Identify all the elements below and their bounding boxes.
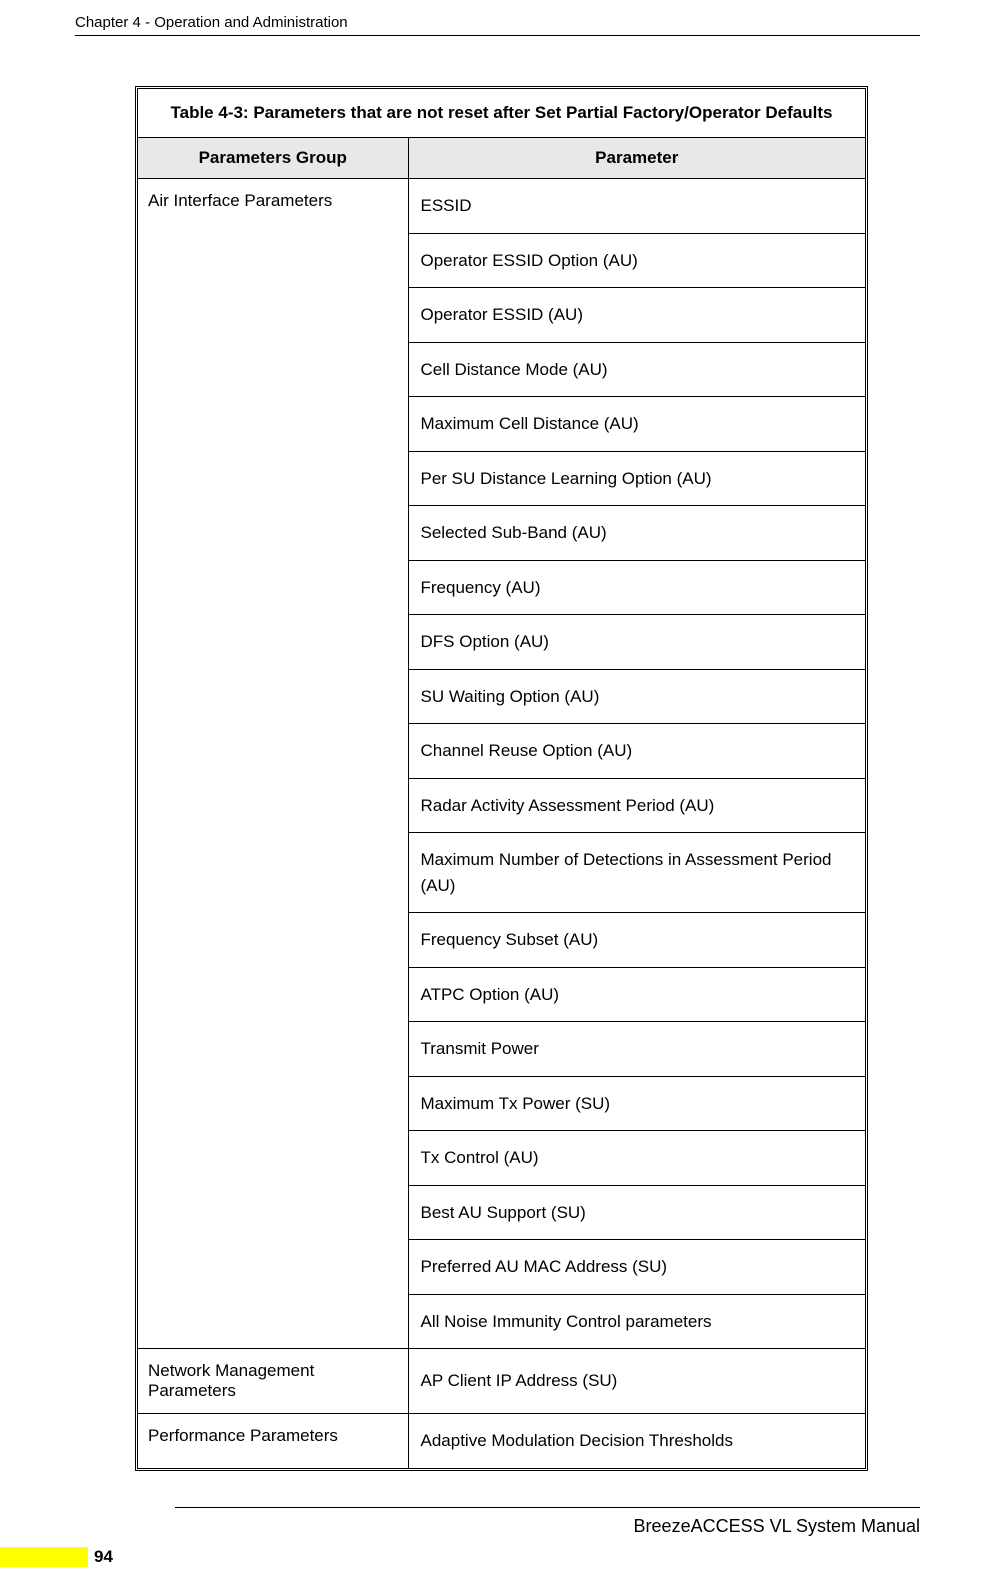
parameter-cell: Selected Sub-Band (AU): [408, 506, 865, 561]
parameter-cell: Best AU Support (SU): [408, 1185, 865, 1240]
table-row: Network Management ParametersAP Client I…: [138, 1349, 865, 1414]
parameter-cell: Per SU Distance Learning Option (AU): [408, 451, 865, 506]
table-header-row: Parameters Group Parameter: [138, 138, 865, 179]
yellow-tab: [0, 1547, 88, 1567]
manual-title: BreezeACCESS VL System Manual: [75, 1516, 920, 1537]
parameter-cell: Preferred AU MAC Address (SU): [408, 1240, 865, 1295]
page-footer: BreezeACCESS VL System Manual 94: [0, 1499, 995, 1567]
parameter-cell: Cell Distance Mode (AU): [408, 342, 865, 397]
parameter-cell: Maximum Cell Distance (AU): [408, 397, 865, 452]
parameter-cell: Maximum Number of Detections in Assessme…: [408, 833, 865, 913]
group-cell: Performance Parameters: [138, 1414, 408, 1468]
group-cell: Air Interface Parameters: [138, 179, 408, 1349]
page-number-row: 94: [75, 1547, 920, 1567]
parameters-table: Table 4-3: Parameters that are not reset…: [138, 89, 865, 1468]
page: Chapter 4 - Operation and Administration…: [0, 0, 995, 1595]
page-number: 94: [94, 1547, 113, 1567]
parameter-cell: All Noise Immunity Control parameters: [408, 1294, 865, 1349]
parameter-cell: Channel Reuse Option (AU): [408, 724, 865, 779]
parameter-cell: DFS Option (AU): [408, 615, 865, 670]
parameter-cell: Tx Control (AU): [408, 1131, 865, 1186]
footer-rule: [175, 1507, 920, 1508]
parameter-cell: Maximum Tx Power (SU): [408, 1076, 865, 1131]
table-body: Air Interface ParametersESSIDOperator ES…: [138, 179, 865, 1468]
table-caption: Table 4-3: Parameters that are not reset…: [138, 89, 865, 138]
column-header-parameter: Parameter: [408, 138, 865, 179]
parameter-cell: Frequency (AU): [408, 560, 865, 615]
table-row: Performance ParametersAdaptive Modulatio…: [138, 1414, 865, 1468]
parameter-cell: ATPC Option (AU): [408, 967, 865, 1022]
table-row: Air Interface ParametersESSID: [138, 179, 865, 234]
running-header: Chapter 4 - Operation and Administration: [75, 14, 920, 36]
parameter-cell: Radar Activity Assessment Period (AU): [408, 778, 865, 833]
parameter-cell: Operator ESSID Option (AU): [408, 233, 865, 288]
parameter-cell: Operator ESSID (AU): [408, 288, 865, 343]
parameter-cell: Transmit Power: [408, 1022, 865, 1077]
table-caption-row: Table 4-3: Parameters that are not reset…: [138, 89, 865, 138]
parameter-cell: AP Client IP Address (SU): [408, 1349, 865, 1414]
parameter-cell: Adaptive Modulation Decision Thresholds: [408, 1414, 865, 1468]
group-cell: Network Management Parameters: [138, 1349, 408, 1414]
parameter-cell: ESSID: [408, 179, 865, 234]
parameter-cell: SU Waiting Option (AU): [408, 669, 865, 724]
column-header-group: Parameters Group: [138, 138, 408, 179]
parameters-table-container: Table 4-3: Parameters that are not reset…: [135, 86, 868, 1471]
parameter-cell: Frequency Subset (AU): [408, 913, 865, 968]
